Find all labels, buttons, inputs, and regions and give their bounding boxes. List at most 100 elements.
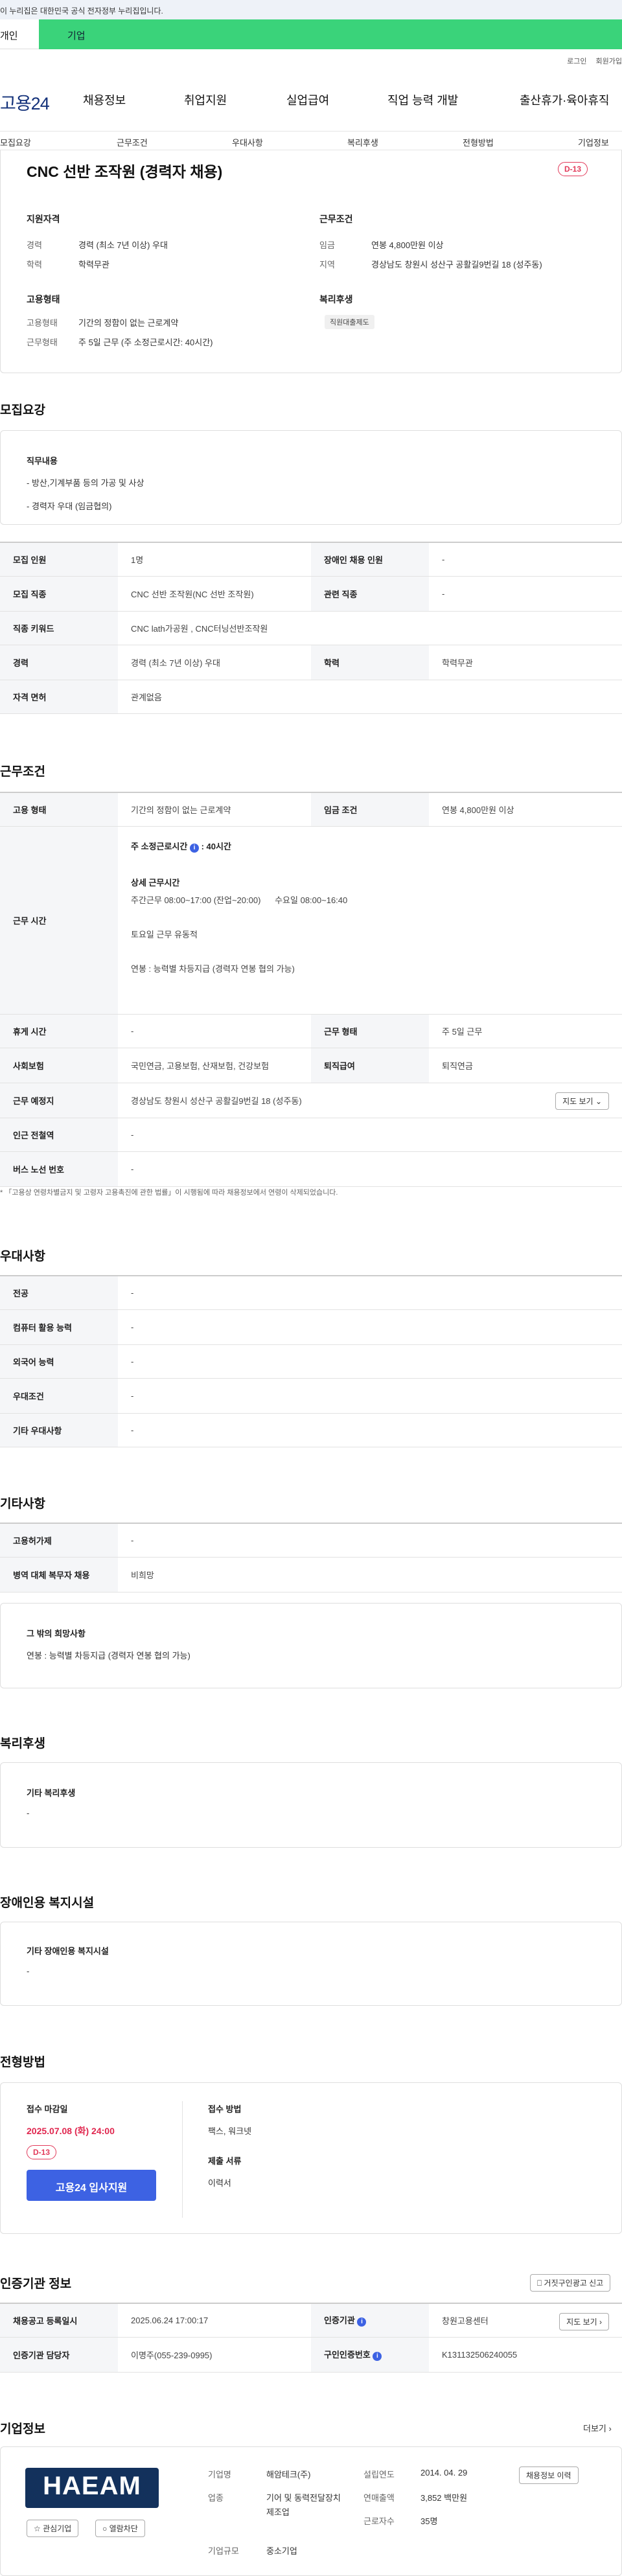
table-header: 채용공고 등록일시 xyxy=(0,2303,118,2338)
block-company-button[interactable]: ○ 열람차단 xyxy=(95,2520,145,2537)
gnb-item-parental-leave[interactable]: 출산휴가·육아휴직 xyxy=(520,91,609,108)
agency-table: 채용공고 등록일시 2025.06.24 17:00:17 인증기관 i 창원고… xyxy=(0,2303,622,2373)
disability-box-title: 기타 장애인용 복지시설 xyxy=(27,1946,109,1956)
work-hours-cell: 주 소정근로시간 i : 40시간 상세 근무시간 주간근무 08:00~17:… xyxy=(118,826,622,1015)
table-header: 인증기관 담당자 xyxy=(0,2337,118,2373)
table-row: 고용 형태 기간의 정함이 없는 근로계약 임금 조건 연봉 4,800만원 이… xyxy=(0,792,622,827)
gnb-item-employment-support[interactable]: 취업지원 xyxy=(184,91,227,108)
report-button[interactable]: ⎕ 거짓구인광고 신고 xyxy=(530,2274,611,2292)
recruit-table: 모집 인원 1명 장애인 채용 인원 - 모집 직종 CNC 선반 조작원(NC… xyxy=(0,542,622,714)
etc-box-text: 연봉 : 능력별 차등지급 (경력자 연봉 협의 가능) xyxy=(27,1651,190,1661)
table-cell: - xyxy=(429,542,622,577)
table-row: 인증기관 담당자 이명주(055-239-0995) 구인인증번호 i K131… xyxy=(0,2337,622,2373)
gnb-item-job-training[interactable]: 직업 능력 개발 xyxy=(387,91,458,108)
emp-key: 근무형태 xyxy=(27,338,58,347)
preference-table: 전공 - 컴퓨터 활용 능력 - 외국어 능력 - 우대조건 - 기타 우대사항 - xyxy=(0,1275,622,1447)
table-header: 컴퓨터 활용 능력 xyxy=(0,1309,118,1345)
section-title-selection: 전형방법 xyxy=(0,2056,45,2069)
age-notice: * 「고용상 연령차별금지 및 고령자 고용촉진에 관한 법률」이 시행됨에 따… xyxy=(0,1189,338,1197)
info-icon[interactable]: i xyxy=(373,2352,382,2361)
table-header: 버스 노선 번호 xyxy=(0,1151,118,1187)
emp-value: 기간의 정함이 없는 근로계약 xyxy=(78,318,179,328)
table-header: 고용 형태 xyxy=(0,792,118,827)
chevron-right-icon: › xyxy=(599,2317,602,2327)
table-header: 학력 xyxy=(311,645,429,680)
table-header: 근무 시간 xyxy=(0,826,118,1015)
etc-box-title: 그 밖의 희망사항 xyxy=(27,1629,86,1639)
table-row: 기타 우대사항 - xyxy=(0,1413,622,1447)
divider xyxy=(182,2101,183,2218)
subnav-conditions[interactable]: 근무조건 xyxy=(117,136,148,148)
table-header: 인증기관 i xyxy=(311,2303,429,2338)
subnav-recruit[interactable]: 모집요강 xyxy=(0,136,31,148)
company-card: HAEAM ☆ 관심기업 ○ 열람차단 기업명 해암테크(주) 업종 기어 및 … xyxy=(0,2446,622,2576)
table-cell: - xyxy=(118,1413,622,1447)
section-title-work: 근무조건 xyxy=(0,765,45,779)
table-row: 경력 경력 (최소 7년 이상) 우대 학력 학력무관 xyxy=(0,645,622,680)
company-size-value: 중소기업 xyxy=(266,2546,297,2556)
company-industry-value: 기어 및 동력전달장치 제조업 xyxy=(266,2493,341,2517)
welfare-badge: 직원대출제도 xyxy=(325,315,374,329)
table-cell: 이명주(055-239-0995) xyxy=(118,2337,311,2373)
table-cell: CNC lath가공원 , CNC터닝선반조작원 xyxy=(118,611,622,645)
work-table: 고용 형태 기간의 정함이 없는 근로계약 임금 조건 연봉 4,800만원 이… xyxy=(0,792,622,1187)
gnb-item-jobs[interactable]: 채용정보 xyxy=(83,91,126,108)
table-cell: - xyxy=(118,1309,622,1345)
company-founded-key: 설립연도 xyxy=(363,2470,395,2479)
recruit-history-button[interactable]: 채용정보 이력 xyxy=(519,2467,579,2484)
cond-value: 연봉 4,800만원 이상 xyxy=(371,240,444,250)
table-row: 외국어 능력 - xyxy=(0,1344,622,1379)
section-title-recruit: 모집요강 xyxy=(0,404,45,417)
emp-value: 주 5일 근무 (주 소정근로시간: 40시간) xyxy=(78,338,213,347)
site-logo[interactable]: 고용24 xyxy=(0,89,50,115)
table-header: 근무 예정지 xyxy=(0,1083,118,1118)
info-icon[interactable]: i xyxy=(189,843,199,853)
docs-title: 제출 서류 xyxy=(208,2156,242,2166)
subnav-preference[interactable]: 우대사항 xyxy=(232,136,263,148)
block-icon: ○ xyxy=(102,2524,108,2533)
table-cell: - xyxy=(429,576,622,612)
favorite-company-button[interactable]: ☆ 관심기업 xyxy=(27,2520,79,2537)
emp-title: 고용형태 xyxy=(27,294,60,305)
cond-value: 경상남도 창원시 성산구 공활길9번길 18 (성주동) xyxy=(371,260,542,270)
dday-badge: D-13 xyxy=(558,162,588,176)
welfare-title: 복리후생 xyxy=(319,294,353,305)
company-staff-value: 35명 xyxy=(420,2516,438,2526)
subnav-company[interactable]: 기업정보 xyxy=(578,136,609,148)
table-row: 자격 면허 관계없음 xyxy=(0,680,622,714)
table-cell: 1명 xyxy=(118,542,311,577)
table-cell: - xyxy=(118,1523,622,1558)
subnav-welfare[interactable]: 복리후생 xyxy=(347,136,378,148)
deadline-date: 2025.07.08 (화) 24:00 xyxy=(27,2126,115,2136)
apply-button[interactable]: 고용24 입사지원 xyxy=(27,2170,156,2201)
map-button[interactable]: 지도 보기 ⌄ xyxy=(555,1092,609,1110)
table-row: 사회보험 국민연금, 고용보험, 산재보험, 건강보험 퇴직급여 퇴직연금 xyxy=(0,1048,622,1083)
table-cell: 관계없음 xyxy=(118,680,622,714)
table-header: 병역 대체 복무자 채용 xyxy=(0,1557,118,1593)
table-cell: 연봉 4,800만원 이상 xyxy=(429,792,622,827)
map-button[interactable]: 지도 보기 › xyxy=(559,2313,609,2330)
duty-box: 직무내용 - 방산,기계부품 등의 가공 및 사상 - 경력자 우대 (임금협의… xyxy=(0,430,622,525)
section-title-preference: 우대사항 xyxy=(0,1250,45,1263)
tab-company[interactable]: 기업 xyxy=(39,19,622,49)
join-link[interactable]: 회원가입 xyxy=(596,56,622,66)
subnav-selection[interactable]: 전형방법 xyxy=(463,136,494,148)
qual-key: 학력 xyxy=(27,260,42,270)
top-tabs: 개인 기업 xyxy=(0,19,622,49)
tab-personal[interactable]: 개인 xyxy=(0,19,39,49)
gnb-item-unemployment-benefit[interactable]: 실업급여 xyxy=(286,91,329,108)
company-sales-key: 연매출액 xyxy=(363,2493,395,2503)
agency-name: 창원고용센터 xyxy=(442,2316,489,2326)
login-link[interactable]: 로그인 xyxy=(567,56,586,66)
table-header: 모집 직종 xyxy=(0,576,118,612)
more-link[interactable]: 더보기 › xyxy=(583,2422,612,2434)
duty-title: 직무내용 xyxy=(27,456,58,466)
table-cell: - xyxy=(118,1014,311,1048)
table-cell: 2025.06.24 17:00:17 xyxy=(118,2303,311,2338)
table-cell: - xyxy=(118,1118,622,1152)
table-row: 휴게 시간 - 근무 형태 주 5일 근무 xyxy=(0,1014,622,1048)
info-icon[interactable]: i xyxy=(357,2317,367,2327)
table-cell: 비희망 xyxy=(118,1557,622,1593)
welfare-box-title: 기타 복리후생 xyxy=(27,1788,76,1798)
table-cell: CNC 선반 조작원(NC 선반 조작원) xyxy=(118,576,311,612)
